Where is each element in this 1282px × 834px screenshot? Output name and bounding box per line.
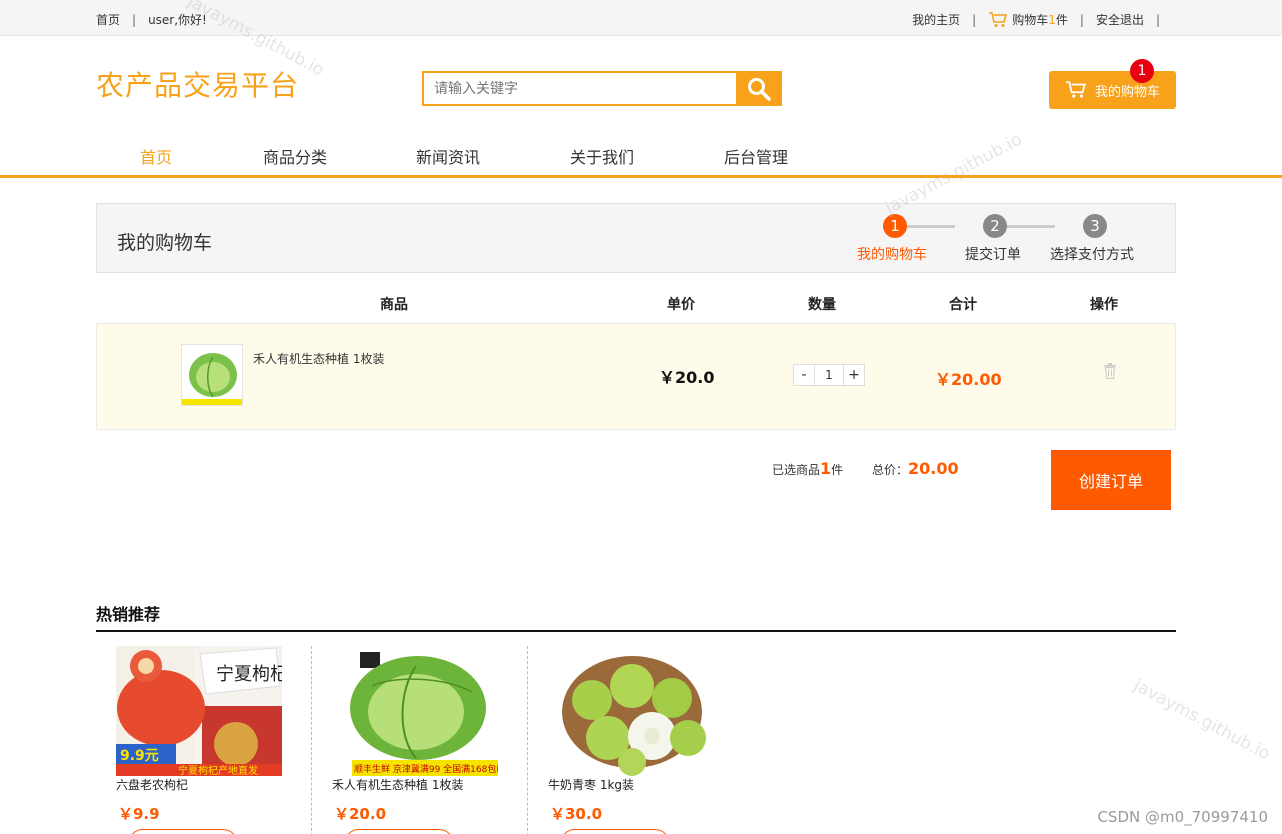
- my-cart-label: 我的购物车: [1094, 84, 1160, 100]
- step-1-dot: 1: [883, 214, 907, 238]
- watermark: javayms.github.io: [1130, 675, 1274, 765]
- cabbage-image: [182, 345, 242, 405]
- search-button[interactable]: [736, 71, 782, 106]
- line-total: ￥20.00: [935, 370, 1002, 389]
- divider: |: [1155, 12, 1160, 27]
- goji-banner-text: 9.9元: [120, 748, 159, 764]
- selected-number: 1: [820, 459, 832, 478]
- total-value: 20.00: [908, 459, 959, 478]
- step-1-label: 我的购物车: [857, 247, 927, 263]
- col-total: 合计: [949, 297, 977, 313]
- cart-icon: [989, 11, 1008, 27]
- step-3-label: 选择支付方式: [1050, 247, 1134, 263]
- topbar-cart-suffix: 件: [1055, 13, 1068, 27]
- search-box: [422, 71, 782, 106]
- col-product: 商品: [380, 297, 408, 313]
- cart-icon: [1066, 81, 1086, 98]
- section-divider: [96, 630, 1176, 632]
- selected-count: 已选商品1件: [772, 459, 843, 478]
- step-2-dot: 2: [983, 214, 1007, 238]
- logout-link[interactable]: 安全退出: [1096, 11, 1144, 28]
- step-2-label: 提交订单: [965, 247, 1021, 263]
- selected-suffix: 件: [831, 463, 844, 477]
- product-image[interactable]: [548, 646, 714, 776]
- checkout-steps: 1 2 3 我的购物车 提交订单 选择支付方式: [857, 214, 1157, 264]
- step-3-dot: 3: [1083, 214, 1107, 238]
- product-card[interactable]: 牛奶青枣 1kg装 ￥30.0: [528, 646, 744, 834]
- cabbage-image: 顺丰生鲜 京津冀满99 全国满168包邮: [332, 646, 498, 776]
- cart-header: 我的购物车 1 2 3 我的购物车 提交订单 选择支付方式: [96, 203, 1176, 273]
- col-quantity: 数量: [808, 297, 836, 313]
- total-price: 总价：20.00: [872, 459, 959, 478]
- goji-tag-text: 宁夏枸杞产地直发: [178, 764, 258, 776]
- cart-table-header: 商品 单价 数量 合计 操作: [96, 294, 1176, 316]
- qty-decrement-button[interactable]: -: [793, 364, 815, 386]
- cabbage-banner-text: 顺丰生鲜 京津冀满99 全国满168包邮: [354, 763, 498, 775]
- col-action: 操作: [1090, 297, 1118, 313]
- nav-item-home[interactable]: 首页: [140, 144, 172, 168]
- search-input[interactable]: [424, 73, 734, 104]
- user-greeting: user,你好!: [148, 13, 207, 27]
- product-action-button[interactable]: [128, 829, 238, 834]
- section-title: 热销推荐: [96, 605, 161, 624]
- nav-item-news[interactable]: 新闻资讯: [416, 144, 480, 168]
- trash-icon[interactable]: [1103, 363, 1117, 379]
- product-name[interactable]: 六盘老农枸杞: [116, 776, 188, 793]
- my-home-link[interactable]: 我的主页: [912, 11, 960, 28]
- divider: |: [132, 12, 137, 27]
- product-price: ￥30.0: [550, 805, 603, 823]
- product-action-button[interactable]: [560, 829, 670, 834]
- product-image[interactable]: 宁夏枸杞 9.9元 宁夏枸杞产地直发: [116, 646, 282, 776]
- nav-item-categories[interactable]: 商品分类: [263, 144, 327, 168]
- unit-price: ￥20.0: [659, 368, 715, 387]
- divider: |: [1079, 12, 1084, 27]
- quantity-stepper: - 1 +: [793, 364, 865, 386]
- col-unit-price: 单价: [667, 297, 695, 313]
- top-bar: 首页 | user,你好! 我的主页 | 购物车 1 件 | 安全退出 |: [0, 0, 1282, 36]
- nav-item-admin[interactable]: 后台管理: [724, 144, 788, 168]
- main-nav: 首页 商品分类 新闻资讯 关于我们 后台管理: [0, 136, 1282, 178]
- product-card[interactable]: 顺丰生鲜 京津冀满99 全国满168包邮 禾人有机生态种植 1枚装 ￥20.0: [312, 646, 528, 834]
- search-icon: [748, 77, 771, 101]
- csdn-footer-mark: CSDN @m0_70997410: [1097, 808, 1268, 826]
- product-image[interactable]: 顺丰生鲜 京津冀满99 全国满168包邮: [332, 646, 498, 776]
- page-title: 我的购物车: [117, 232, 213, 254]
- product-price: ￥20.0: [334, 805, 387, 823]
- nav-item-about[interactable]: 关于我们: [570, 144, 634, 168]
- my-cart-button[interactable]: 我的购物车 1: [1049, 59, 1176, 109]
- jujube-image: [548, 646, 714, 776]
- product-name[interactable]: 禾人有机生态种植 1枚装: [332, 776, 463, 793]
- home-link[interactable]: 首页: [96, 11, 120, 28]
- product-name[interactable]: 牛奶青枣 1kg装: [548, 776, 634, 793]
- total-label: 总价：: [872, 463, 909, 477]
- product-card[interactable]: 宁夏枸杞 9.9元 宁夏枸杞产地直发 六盘老农枸杞 ￥9.9: [96, 646, 312, 834]
- goji-image: 宁夏枸杞 9.9元 宁夏枸杞产地直发: [116, 646, 282, 776]
- cart-item-row: 禾人有机生态种植 1枚装 ￥20.0 - 1 + ￥20.00: [96, 323, 1176, 430]
- qty-value[interactable]: 1: [815, 364, 843, 386]
- product-price: ￥9.9: [118, 805, 160, 823]
- product-name[interactable]: 禾人有机生态种植 1枚装: [253, 350, 384, 367]
- cart-count-badge: 1: [1130, 59, 1154, 83]
- selected-label: 已选商品: [772, 463, 821, 477]
- create-order-button[interactable]: 创建订单: [1051, 450, 1171, 510]
- product-action-button[interactable]: [344, 829, 454, 834]
- svg-text:宁夏枸杞: 宁夏枸杞: [216, 664, 282, 685]
- topbar-cart-link[interactable]: 购物车 1 件: [988, 11, 1068, 28]
- qty-increment-button[interactable]: +: [843, 364, 865, 386]
- product-thumbnail[interactable]: [181, 344, 243, 406]
- topbar-cart-label: 购物车: [1012, 13, 1049, 27]
- topbar-cart-count: 1: [1048, 12, 1056, 27]
- divider: |: [972, 12, 977, 27]
- site-logo[interactable]: 农产品交易平台: [96, 64, 299, 104]
